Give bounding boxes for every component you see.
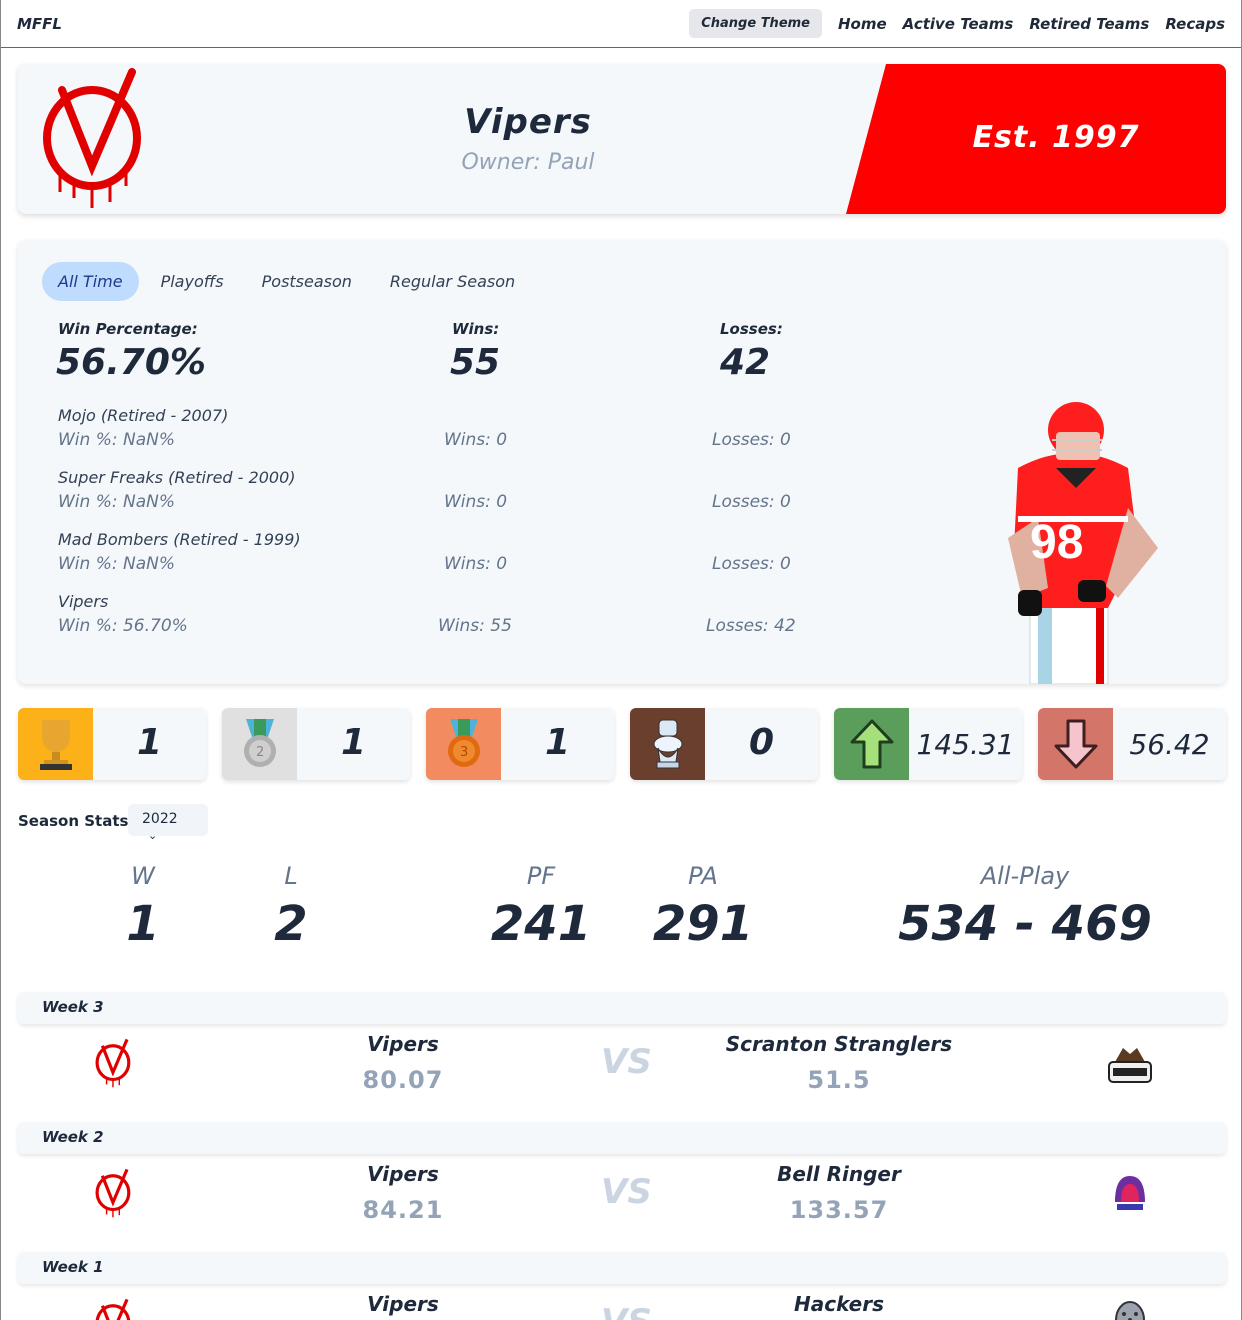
stranglers-logo [1108,1048,1152,1083]
win-pct-value: 56.70% [56,342,206,383]
season-allplay-label: All-Play [980,862,1070,890]
hackers-logo [1115,1301,1145,1320]
season-pf-label: PF [526,862,556,890]
season-l-label: L [284,862,298,890]
away-team-name[interactable]: Bell Ringer [689,1162,989,1186]
nav-link-home[interactable]: Home [838,15,887,33]
history-losses: Losses: 0 [712,430,791,450]
toilet-icon [630,708,705,780]
award-value: 1 [544,722,571,763]
history-wins: Wins: 0 [444,492,508,512]
history-wins: Wins: 55 [438,616,512,636]
bell-ringer-logo [1113,1176,1147,1212]
history-losses: Losses: 0 [712,492,791,512]
vs-label: VS [601,1302,652,1320]
team-header-card: Vipers Owner: Paul Est. 1997 [18,64,1226,214]
record-tabs: All Time Playoffs Postseason Regular Sea… [42,262,531,301]
svg-text:3: 3 [460,745,468,760]
history-losses: Losses: 0 [712,554,791,574]
football-player-illustration: 98 [1008,402,1158,684]
bronze-medal-icon: 3 [426,708,501,780]
season-allplay-value: 534 - 469 [898,896,1152,952]
vipers-logo [95,1038,131,1088]
tab-postseason[interactable]: Postseason [246,262,368,301]
nav-link-retired-teams[interactable]: Retired Teams [1029,15,1149,33]
home-team-name[interactable]: Vipers [253,1032,553,1056]
history-name: Vipers [58,592,109,611]
change-theme-button[interactable]: Change Theme [689,9,822,38]
history-wins: Wins: 0 [444,554,508,574]
home-team-score: 80.07 [362,1066,444,1094]
history-losses: Losses: 42 [706,616,796,636]
losses-value: 42 [720,342,771,383]
award-value: 0 [748,722,775,763]
last-place-stat: 0 [630,708,818,780]
history-pct: Win %: 56.70% [58,616,188,636]
season-w-value: 1 [126,896,160,952]
season-select[interactable]: 2022 ⌄ [128,804,208,842]
award-value: 1 [340,722,367,763]
nav-link-recaps[interactable]: Recaps [1165,15,1225,33]
history-pct: Win %: NaN% [58,554,175,574]
season-pf-value: 241 [490,896,592,952]
wins-value: 55 [450,342,501,383]
away-team-name[interactable]: Scranton Stranglers [689,1032,989,1056]
runner-up-stat: 2 1 [222,708,410,780]
top-nav: MFFL Change Theme Home Active Teams Reti… [1,0,1241,48]
history-wins: Wins: 0 [444,430,508,450]
arrow-up-icon [834,708,909,780]
away-team-score: 133.57 [789,1196,889,1224]
season-pa-label: PA [688,862,718,890]
award-value: 56.42 [1129,728,1210,761]
wins-label: Wins: [452,320,500,338]
tab-playoffs[interactable]: Playoffs [145,262,240,301]
arrow-down-icon [1038,708,1113,780]
home-team-name[interactable]: Vipers [253,1162,553,1186]
season-l-value: 2 [274,896,308,952]
losses-label: Losses: [720,320,783,338]
history-pct: Win %: NaN% [58,492,175,512]
away-team-name[interactable]: Hackers [689,1292,989,1316]
established-text: Est. 1997 [972,120,1140,155]
low-score-stat: 56.42 [1038,708,1226,780]
history-name: Super Freaks (Retired - 2000) [58,468,296,487]
away-team-score: 51.5 [807,1066,871,1094]
vs-label: VS [601,1172,652,1212]
chevron-down-icon: ⌄ [148,829,158,842]
high-score-stat: 145.31 [834,708,1022,780]
svg-text:2: 2 [256,745,264,760]
season-stats-label: Season Stats: [18,812,135,830]
svg-text:98: 98 [1030,516,1083,569]
award-value: 145.31 [916,728,1015,761]
championships-stat: 1 [18,708,206,780]
season-select-value: 2022 [142,811,178,827]
tab-all-time[interactable]: All Time [42,262,139,301]
third-place-stat: 3 1 [426,708,614,780]
week-header: Week 2 [18,1122,1226,1154]
home-team-name[interactable]: Vipers [253,1292,553,1316]
history-name: Mojo (Retired - 2007) [58,406,229,425]
brand-link[interactable]: MFFL [17,15,62,33]
win-pct-label: Win Percentage: [58,320,198,338]
trophy-icon [18,708,93,780]
vipers-logo [95,1168,131,1218]
tab-regular-season[interactable]: Regular Season [374,262,531,301]
vipers-logo [95,1298,131,1320]
season-w-label: W [131,862,155,890]
record-card: All Time Playoffs Postseason Regular Sea… [18,240,1226,684]
award-value: 1 [136,722,163,763]
nav-link-active-teams[interactable]: Active Teams [903,15,1014,33]
season-pa-value: 291 [652,896,754,952]
nav-links: Change Theme Home Active Teams Retired T… [689,9,1225,38]
home-team-score: 84.21 [362,1196,444,1224]
history-pct: Win %: NaN% [58,430,175,450]
silver-medal-icon: 2 [222,708,297,780]
history-name: Mad Bombers (Retired - 1999) [58,530,301,549]
week-header: Week 3 [18,992,1226,1024]
vs-label: VS [601,1042,652,1082]
week-header: Week 1 [18,1252,1226,1284]
